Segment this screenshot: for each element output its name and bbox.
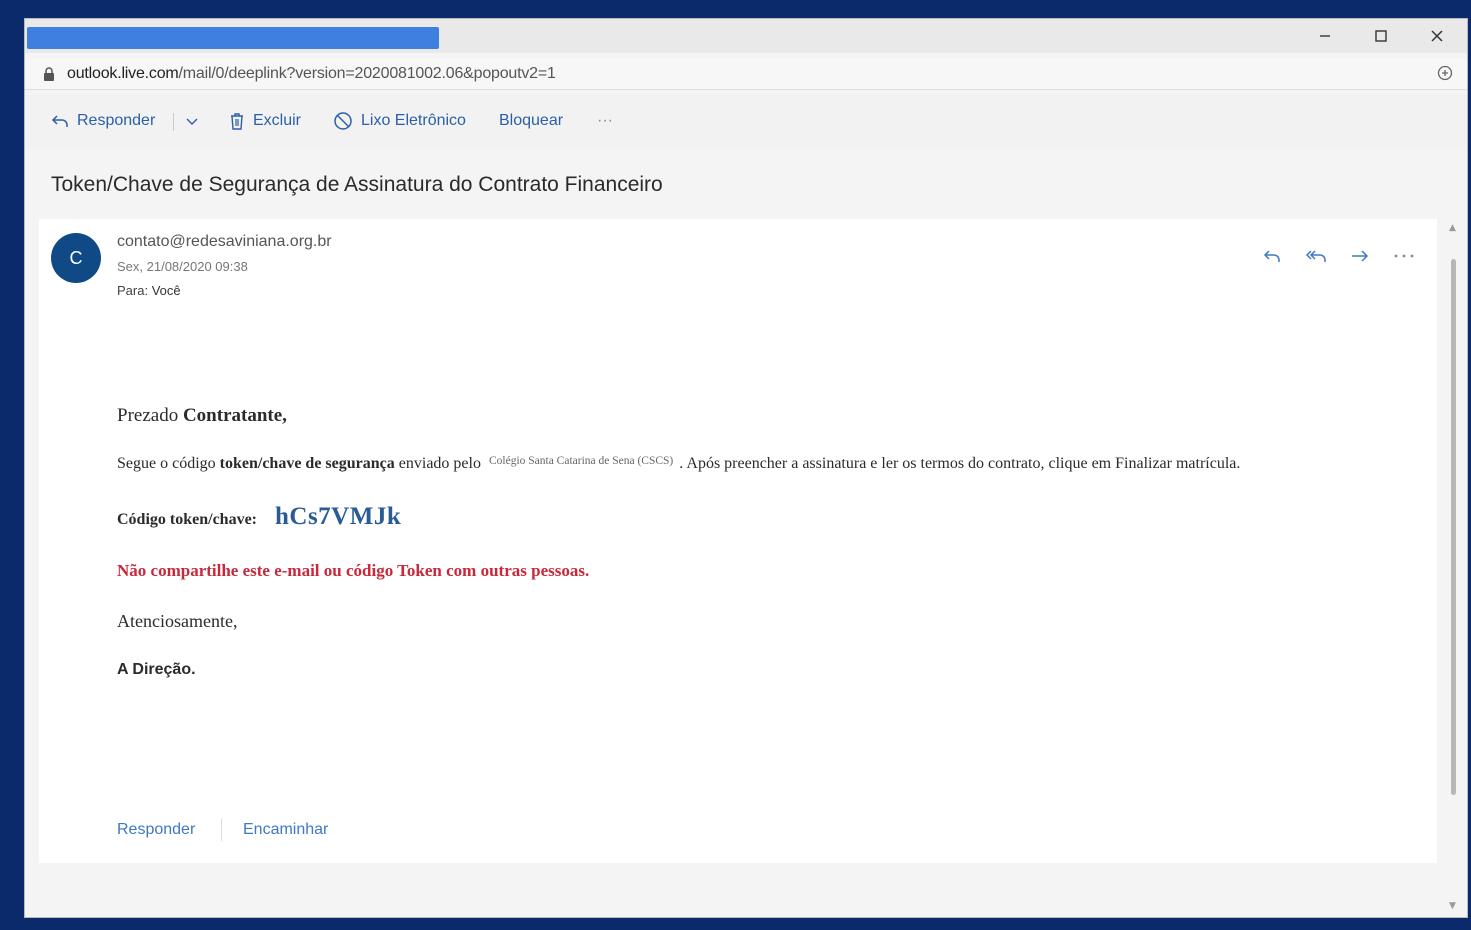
reply-action-button[interactable] xyxy=(1259,245,1285,267)
scroll-down-arrow[interactable]: ▼ xyxy=(1449,901,1456,911)
token-value: hCs7VMJk xyxy=(275,503,402,530)
footer-divider xyxy=(221,819,222,841)
greeting: Prezado Contratante, xyxy=(117,405,287,427)
url-path: /mail/0/deeplink?version=2020081002.06&p… xyxy=(178,65,556,82)
toolbar-divider xyxy=(173,113,174,131)
delete-button[interactable]: Excluir xyxy=(229,109,301,133)
reply-icon xyxy=(1263,250,1280,262)
recipient-line: Para: Você xyxy=(117,283,181,298)
more-icon: ··· xyxy=(597,112,613,129)
sender-address[interactable]: contato@redesaviniana.org.br xyxy=(117,233,332,251)
avatar[interactable]: C xyxy=(51,233,101,283)
scrollbar-thumb[interactable] xyxy=(1451,259,1456,795)
message-date: Sex, 21/08/2020 09:38 xyxy=(117,259,248,274)
body-paragraph: Segue o código token/chave de segurança … xyxy=(117,455,1240,473)
junk-label: Lixo Eletrônico xyxy=(361,112,466,129)
close-button[interactable] xyxy=(1417,23,1457,49)
trash-icon xyxy=(231,113,243,130)
close-icon xyxy=(1431,30,1443,42)
window-title-redacted xyxy=(27,27,439,49)
url-domain: outlook.live.com xyxy=(67,65,179,82)
warning-text: Não compartilhe este e-mail ou código To… xyxy=(117,561,590,580)
more-actions-icon[interactable] xyxy=(1391,245,1417,267)
greeting-name: Contratante, xyxy=(182,405,287,426)
maximize-icon xyxy=(1375,30,1387,42)
address-bar[interactable]: outlook.live.com/mail/0/deeplink?version… xyxy=(25,59,1467,90)
extension-icon[interactable] xyxy=(1437,65,1453,81)
signature: A Direção. xyxy=(117,661,196,678)
reply-label: Responder xyxy=(77,112,156,129)
token-label: Código token/chave: xyxy=(117,511,257,528)
message-card: C contato@redesaviniana.org.br Sex, 21/0… xyxy=(39,219,1437,863)
footer-reply-link[interactable]: Responder xyxy=(117,821,195,839)
browser-window: outlook.live.com/mail/0/deeplink?version… xyxy=(24,18,1468,918)
reply-all-icon xyxy=(1305,250,1326,262)
url-text[interactable]: outlook.live.com/mail/0/deeplink?version… xyxy=(67,65,556,83)
minimize-icon xyxy=(1320,35,1330,37)
message-subject: Token/Chave de Segurança de Assinatura d… xyxy=(51,173,663,196)
reply-icon xyxy=(51,115,68,127)
greeting-prefix: Prezado xyxy=(117,405,183,426)
school-name: Colégio Santa Catarina de Sena (CSCS) xyxy=(488,455,674,467)
to-label: Para: xyxy=(117,283,149,298)
block-sender-button[interactable]: Bloquear xyxy=(499,109,563,133)
forward-icon xyxy=(1352,250,1369,262)
block-icon xyxy=(334,112,352,130)
junk-button[interactable]: Lixo Eletrônico xyxy=(333,109,466,133)
maximize-button[interactable] xyxy=(1361,23,1401,49)
to-value: Você xyxy=(151,283,181,298)
forward-action-button[interactable] xyxy=(1347,245,1373,267)
reply-all-action-button[interactable] xyxy=(1303,245,1329,267)
body-text-a: Segue o código xyxy=(117,455,220,472)
message-toolbar: Responder Excluir Lixo Eletrônico Bloque… xyxy=(25,95,1467,147)
title-bar xyxy=(25,19,1467,53)
more-actions-button[interactable]: ··· xyxy=(597,109,613,133)
scroll-up-arrow[interactable]: ▲ xyxy=(1449,223,1456,233)
block-label: Bloquear xyxy=(499,112,564,129)
body-text-c: enviado pelo xyxy=(394,455,481,472)
token-line: Código token/chave: hCs7VMJk xyxy=(117,503,401,531)
reply-options-button[interactable] xyxy=(185,109,199,133)
reply-button[interactable]: Responder xyxy=(51,109,155,133)
footer-forward-link[interactable]: Encaminhar xyxy=(243,821,328,839)
chevron-down-icon xyxy=(186,118,198,125)
body-text-b: token/chave de segurança xyxy=(219,455,395,472)
ellipsis-icon xyxy=(1394,254,1414,258)
body-text-d: . Após preencher a assinatura e ler os t… xyxy=(679,455,1241,472)
closing-text: Atenciosamente, xyxy=(117,611,238,631)
delete-label: Excluir xyxy=(253,112,302,129)
lock-icon xyxy=(44,67,54,81)
minimize-button[interactable] xyxy=(1305,23,1345,49)
